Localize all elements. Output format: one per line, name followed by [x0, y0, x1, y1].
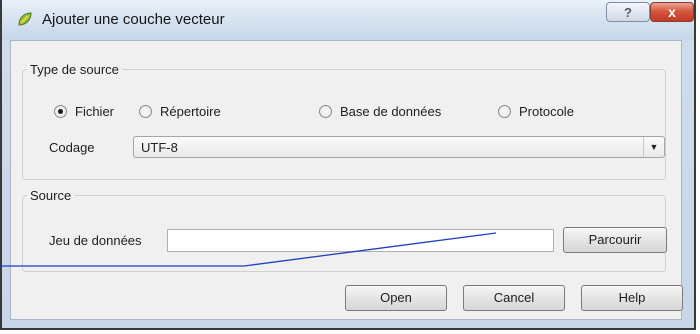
qgis-icon [18, 12, 32, 26]
window-title: Ajouter une couche vecteur [42, 11, 225, 28]
dataset-label: Jeu de données [49, 233, 142, 248]
radio-indicator[interactable] [139, 105, 152, 118]
source-type-group: Type de source [22, 62, 666, 180]
radio-protocol-label: Protocole [519, 104, 574, 119]
radio-database[interactable]: Base de données [319, 104, 441, 119]
encoding-value: UTF-8 [141, 140, 178, 155]
context-help-button[interactable]: ? [606, 2, 650, 22]
radio-indicator[interactable] [498, 105, 511, 118]
encoding-label: Codage [49, 140, 95, 155]
radio-directory-label: Répertoire [160, 104, 221, 119]
radio-database-label: Base de données [340, 104, 442, 119]
cancel-button[interactable]: Cancel [463, 285, 565, 311]
radio-file[interactable]: Fichier [54, 104, 114, 119]
radio-directory[interactable]: Répertoire [139, 104, 221, 119]
browse-button[interactable]: Parcourir [563, 227, 667, 253]
radio-file-label: Fichier [75, 104, 115, 119]
open-button[interactable]: Open [345, 285, 447, 311]
source-legend: Source [30, 188, 72, 203]
close-button[interactable]: x [650, 2, 694, 22]
radio-protocol[interactable]: Protocole [498, 104, 574, 119]
chevron-down-icon[interactable]: ▼ [643, 137, 664, 157]
radio-indicator[interactable] [54, 105, 67, 118]
help-button[interactable]: Help [581, 285, 683, 311]
title-bar[interactable]: Ajouter une couche vecteur ? x [2, 0, 694, 40]
encoding-select[interactable]: UTF-8 ▼ [133, 136, 665, 158]
dataset-input[interactable] [167, 229, 554, 252]
radio-indicator[interactable] [319, 105, 332, 118]
source-type-legend: Type de source [30, 62, 119, 77]
